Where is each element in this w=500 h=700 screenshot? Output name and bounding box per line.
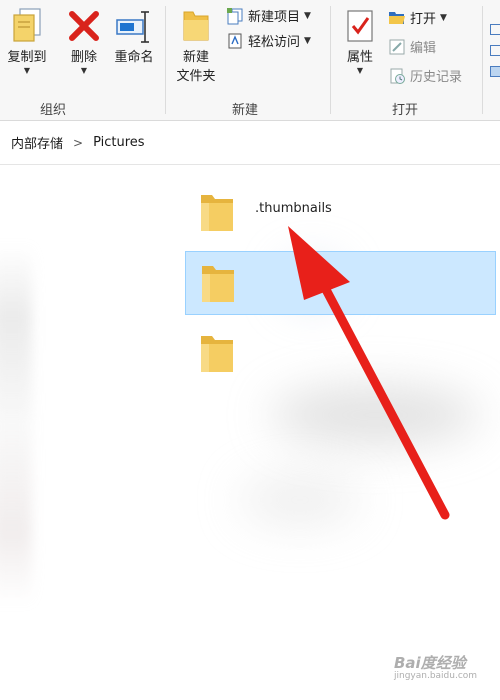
folder-icon: [201, 336, 233, 372]
select-group-partial: [490, 10, 500, 90]
new-item-label: 新建项目: [248, 10, 301, 25]
navigation-pane-blurred: [0, 245, 32, 605]
rename-button[interactable]: 重命名: [110, 6, 158, 67]
open-dropdown-icon: ▼: [440, 12, 447, 23]
delete-dropdown-icon: ▼: [80, 66, 88, 75]
history-button[interactable]: 历史记录: [388, 66, 462, 85]
watermark-logo: Bai度经验 jingyan.baidu.com: [394, 652, 494, 692]
file-list: .thumbnails: [0, 165, 500, 700]
breadcrumb-pictures[interactable]: Pictures: [93, 135, 144, 150]
file-row[interactable]: .thumbnails: [185, 181, 496, 245]
properties-label: 属性: [346, 50, 373, 65]
properties-button[interactable]: 属性 ▼: [338, 6, 382, 75]
new-folder-label-line2: 文件夹: [176, 69, 216, 84]
new-item-dropdown-icon: ▼: [304, 10, 311, 21]
group-divider: [330, 6, 331, 114]
folder-icon: [201, 195, 233, 231]
rename-icon: [114, 6, 154, 46]
properties-icon: [340, 6, 380, 46]
copy-to-label: 复制到: [7, 50, 47, 65]
new-group-label: 新建: [232, 103, 259, 118]
easy-access-icon: [226, 32, 244, 50]
copy-to-icon: [7, 6, 47, 46]
edit-button[interactable]: 编辑: [388, 37, 436, 56]
easy-access-button[interactable]: 轻松访问 ▼: [226, 31, 311, 50]
organize-group-label: 组织: [40, 103, 67, 118]
new-folder-button[interactable]: 新建 文件夹: [172, 6, 220, 86]
rename-label: 重命名: [114, 50, 154, 65]
ribbon: 复制到 ▼ 删除 ▼ 重命名 组织 新建 文件夹 新建项目 ▼ 轻松访问 ▼ 新…: [0, 0, 500, 121]
easy-access-dropdown-icon: ▼: [304, 35, 311, 46]
copy-to-button[interactable]: 复制到 ▼: [2, 6, 52, 75]
address-bar[interactable]: 内部存储 > Pictures: [0, 121, 500, 165]
new-item-icon: [226, 7, 244, 25]
breadcrumb-separator-icon: >: [73, 135, 84, 150]
breadcrumb-internal-storage[interactable]: 内部存储: [11, 133, 63, 152]
edit-icon: [388, 38, 406, 56]
folder-icon: [202, 266, 234, 302]
delete-icon: [64, 6, 104, 46]
watermark-main: Bai度经验: [394, 654, 466, 672]
file-name: .thumbnails: [255, 201, 332, 216]
history-icon: [388, 67, 406, 85]
new-folder-icon: [176, 6, 216, 46]
open-label: 打开: [410, 12, 437, 27]
copy-to-dropdown-icon: ▼: [23, 66, 31, 75]
file-row[interactable]: [185, 322, 496, 386]
edit-label: 编辑: [410, 41, 437, 56]
file-row-selected[interactable]: [185, 251, 496, 315]
delete-label: 删除: [70, 50, 97, 65]
open-group-label: 打开: [392, 103, 419, 118]
group-divider: [482, 6, 483, 114]
blurred-region: [240, 475, 360, 525]
group-divider: [165, 6, 166, 114]
new-folder-label-line1: 新建: [182, 50, 209, 65]
blurred-region: [270, 385, 480, 445]
easy-access-label: 轻松访问: [248, 35, 301, 50]
properties-dropdown-icon: ▼: [356, 66, 364, 75]
history-label: 历史记录: [410, 70, 463, 85]
watermark-sub: jingyan.baidu.com: [394, 671, 478, 681]
delete-button[interactable]: 删除 ▼: [64, 6, 104, 75]
open-icon: [388, 9, 406, 27]
open-button[interactable]: 打开 ▼: [388, 8, 447, 27]
new-item-button[interactable]: 新建项目 ▼: [226, 6, 311, 25]
